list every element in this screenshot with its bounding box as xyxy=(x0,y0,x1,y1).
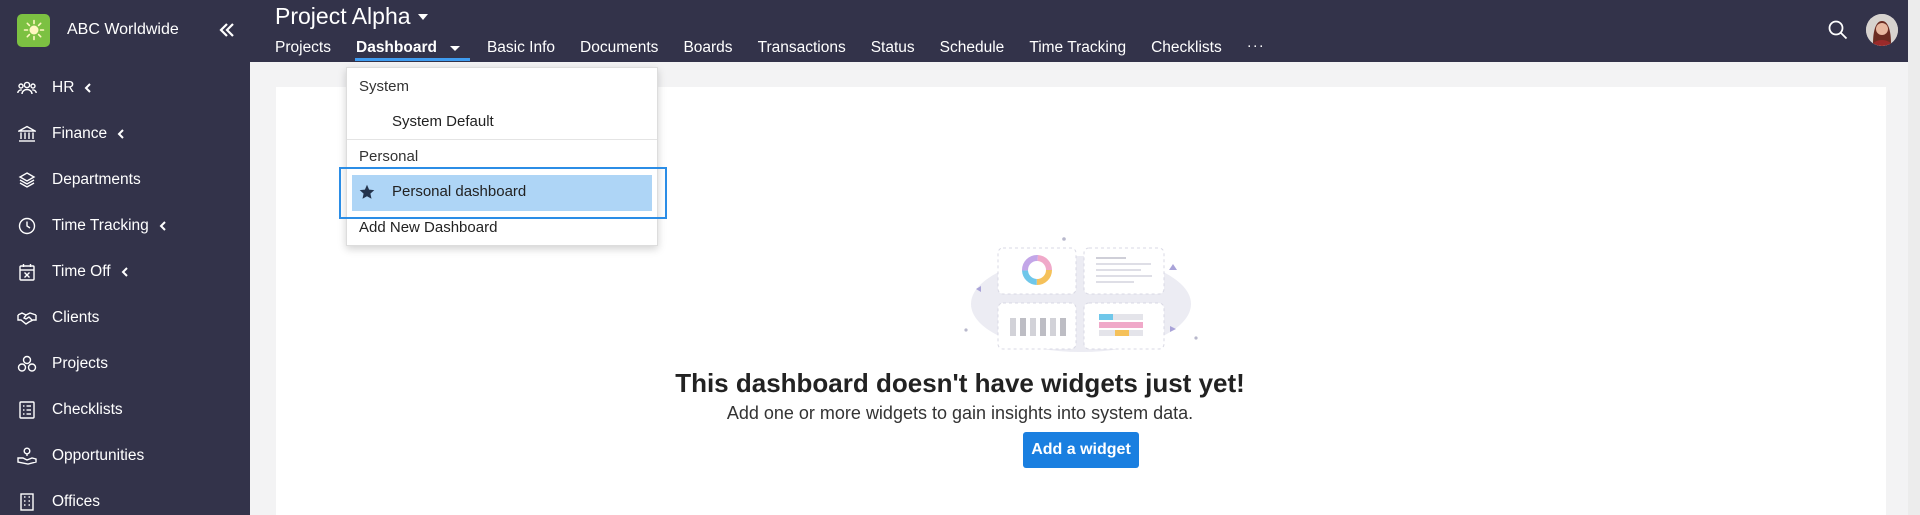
add-widget-button[interactable]: Add a widget xyxy=(1023,432,1139,468)
active-tab-indicator xyxy=(355,58,470,61)
brand-logo-icon xyxy=(17,13,50,47)
bank-icon xyxy=(17,124,37,144)
search-icon[interactable] xyxy=(1827,19,1849,41)
dashboard-dropdown-menu: System System Default Personal Personal … xyxy=(339,67,667,246)
sidebar-item-finance[interactable]: Finance xyxy=(0,111,250,157)
brand-name: ABC Worldwide xyxy=(67,21,179,38)
building-icon xyxy=(17,492,37,512)
add-new-dashboard-item[interactable]: Add New Dashboard xyxy=(359,219,497,236)
caret-down-icon xyxy=(449,45,460,51)
sidebar-item-label: Time Off xyxy=(52,263,111,280)
tab-transactions[interactable]: Transactions xyxy=(758,39,846,57)
dropdown-item-personal-dashboard[interactable]: Personal dashboard xyxy=(392,183,526,200)
scrollbar[interactable] xyxy=(1908,0,1920,515)
top-header: Project Alpha Projects Dashboard Basic I… xyxy=(250,0,1920,62)
sidebar-item-hr[interactable]: HR xyxy=(0,65,250,111)
sidebar-nav: HR Finance Departments Time Tracking Tim… xyxy=(0,65,250,515)
sidebar-item-label: Opportunities xyxy=(52,447,145,464)
sidebar-item-time-tracking[interactable]: Time Tracking xyxy=(0,203,250,249)
more-tabs-icon[interactable]: ··· xyxy=(1247,37,1265,54)
sidebar-item-label: Finance xyxy=(52,125,108,142)
avatar[interactable] xyxy=(1866,14,1898,46)
handshake-icon xyxy=(17,308,37,328)
tab-time-tracking[interactable]: Time Tracking xyxy=(1029,39,1126,57)
collapse-sidebar-icon[interactable] xyxy=(218,22,236,38)
chevron-left-icon xyxy=(84,83,92,93)
sidebar: ABC Worldwide HR Finance Departments Tim… xyxy=(0,0,250,515)
layers-icon xyxy=(17,170,37,190)
dashboard-dropdown-toggle[interactable] xyxy=(447,40,463,56)
tab-projects[interactable]: Projects xyxy=(275,39,331,57)
sidebar-item-departments[interactable]: Departments xyxy=(0,157,250,203)
tab-status[interactable]: Status xyxy=(871,39,915,57)
sidebar-item-label: Offices xyxy=(52,493,100,510)
tab-dashboard[interactable]: Dashboard xyxy=(356,39,437,57)
opportunity-icon xyxy=(17,446,37,466)
tab-bar: Projects Dashboard Basic Info Documents … xyxy=(275,37,1265,59)
tab-schedule[interactable]: Schedule xyxy=(940,39,1005,57)
dropdown-group-personal: Personal xyxy=(359,148,419,165)
chevron-left-icon xyxy=(117,129,125,139)
calendar-x-icon xyxy=(17,262,37,282)
sidebar-item-label: HR xyxy=(52,79,75,96)
sidebar-item-offices[interactable]: Offices xyxy=(0,479,250,515)
tab-documents[interactable]: Documents xyxy=(580,39,658,57)
brand[interactable]: ABC Worldwide xyxy=(17,13,232,47)
sidebar-item-time-off[interactable]: Time Off xyxy=(0,249,250,295)
project-title: Project Alpha xyxy=(275,3,411,29)
tab-boards[interactable]: Boards xyxy=(683,39,732,57)
sidebar-item-clients[interactable]: Clients xyxy=(0,295,250,341)
tab-checklists[interactable]: Checklists xyxy=(1151,39,1222,57)
sidebar-item-opportunities[interactable]: Opportunities xyxy=(0,433,250,479)
empty-state-title: This dashboard doesn't have widgets just… xyxy=(675,368,1245,398)
sidebar-item-label: Departments xyxy=(52,171,141,188)
caret-down-icon xyxy=(417,13,428,20)
clock-icon xyxy=(17,216,37,236)
empty-dashboard-illustration xyxy=(956,234,1206,360)
dropdown-group-system: System xyxy=(359,78,410,95)
chevron-left-icon xyxy=(121,267,129,277)
people-icon xyxy=(17,78,37,98)
star-icon xyxy=(359,184,375,200)
sidebar-item-label: Clients xyxy=(52,309,100,326)
project-switcher[interactable]: Project Alpha xyxy=(275,3,428,30)
tab-basic-info[interactable]: Basic Info xyxy=(487,39,555,57)
sidebar-item-label: Time Tracking xyxy=(52,217,149,234)
dropdown-divider xyxy=(347,139,657,140)
dropdown-item-system-default[interactable]: System Default xyxy=(392,113,494,130)
empty-state-subtitle: Add one or more widgets to gain insights… xyxy=(726,403,1194,423)
chevron-left-icon xyxy=(159,221,167,231)
